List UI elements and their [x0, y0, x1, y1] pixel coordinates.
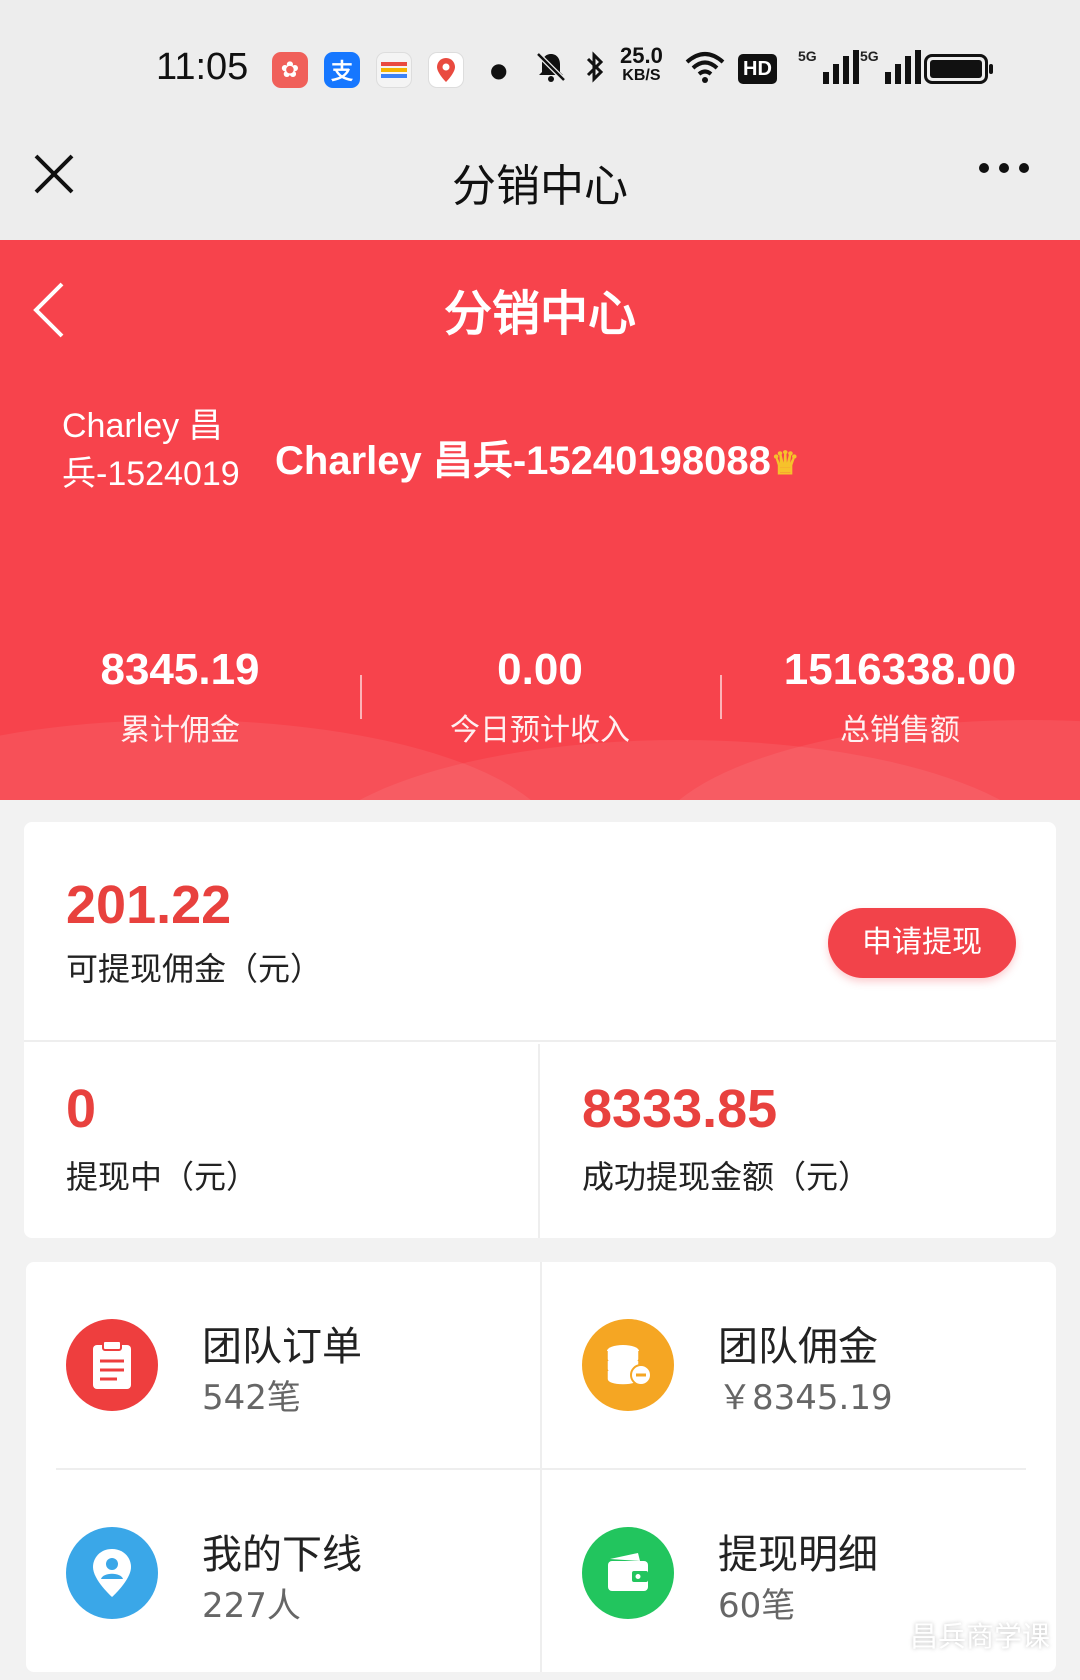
- menu-subtitle: 60笔: [718, 1586, 796, 1626]
- clipboard-icon: [66, 1319, 158, 1411]
- alipay-icon: 支: [324, 52, 360, 88]
- menu-title: 团队订单: [202, 1324, 362, 1370]
- watermark: 昌兵商学课: [865, 1615, 1050, 1655]
- signal-5g-icon-1: 5G: [798, 48, 859, 84]
- withdraw-pending-section: 0 提现中（元）: [24, 1044, 540, 1238]
- username-text: Charley 昌兵-15240198088: [275, 439, 771, 483]
- menu-subtitle: 227人: [202, 1586, 301, 1626]
- watermark-text: 昌兵商学课: [909, 1620, 1050, 1653]
- stats-row: 8345.19 累计佣金 0.00 今日预计收入 1516338.00 总销售额: [0, 645, 1080, 749]
- map-app-icon: [428, 52, 464, 88]
- stat-total-commission: 8345.19 累计佣金: [0, 645, 360, 749]
- stat-today-income: 0.00 今日预计收入: [360, 645, 720, 749]
- available-label: 可提现佣金（元）: [66, 950, 323, 988]
- more-icon[interactable]: [978, 148, 1030, 198]
- withdraw-success-section: 8333.85 成功提现金额（元）: [540, 1044, 1056, 1238]
- hd-voice-icon: HD: [738, 54, 777, 84]
- crown-icon: ♛: [770, 445, 800, 481]
- menu-grid: 团队订单 542笔 团队佣金 ￥8345.19 我的下线 227人 提现明细 6…: [26, 1262, 1056, 1672]
- stat-label: 累计佣金: [120, 713, 240, 748]
- status-bar: 11:05 ✿ 支 ● 25.0 KB/S HD 5G 5G: [0, 0, 1080, 130]
- menu-title: 我的下线: [202, 1532, 362, 1578]
- dot-icon: ●: [490, 58, 508, 82]
- withdraw-available-section: 201.22 可提现佣金（元） 申请提现: [24, 822, 1056, 1042]
- stat-value: 8345.19: [100, 645, 260, 694]
- success-label: 成功提现金额（元）: [582, 1158, 871, 1196]
- battery-icon: [924, 54, 993, 84]
- page-title: 分销中心: [443, 286, 636, 342]
- signal-5g-icon-2: 5G: [860, 48, 921, 84]
- stat-total-sales: 1516338.00 总销售额: [720, 645, 1080, 749]
- coins-icon: [582, 1319, 674, 1411]
- menu-subtitle: ￥8345.19: [718, 1378, 893, 1418]
- webview-title: 分销中心: [452, 161, 628, 212]
- menu-my-downline[interactable]: 我的下线 227人: [26, 1470, 526, 1670]
- webview-header: 分销中心: [0, 130, 1080, 240]
- pending-amount: 0: [66, 1079, 97, 1139]
- status-time: 11:05: [156, 46, 249, 88]
- wallet-icon: [582, 1527, 674, 1619]
- stat-label: 今日预计收入: [450, 713, 630, 748]
- withdraw-card: 201.22 可提现佣金（元） 申请提现 0 提现中（元） 8333.85 成功…: [24, 822, 1056, 1238]
- avatar[interactable]: Charley 昌兵-1524019: [62, 402, 242, 552]
- stat-label: 总销售额: [840, 713, 960, 748]
- distribution-hero: 分销中心 Charley 昌兵-1524019 Charley 昌兵-15240…: [0, 240, 1080, 800]
- menu-title: 提现明细: [718, 1532, 878, 1578]
- menu-team-commission[interactable]: 团队佣金 ￥8345.19: [542, 1262, 1042, 1462]
- wechat-icon: [865, 1618, 900, 1653]
- menu-subtitle: 542笔: [202, 1378, 301, 1418]
- user-pin-icon: [66, 1527, 158, 1619]
- wifi-icon: [684, 50, 726, 92]
- stat-value: 1516338.00: [783, 645, 1017, 694]
- stat-value: 0.00: [497, 645, 583, 694]
- mute-bell-icon: [534, 50, 568, 92]
- menu-team-orders[interactable]: 团队订单 542笔: [26, 1262, 526, 1462]
- success-amount: 8333.85: [582, 1079, 778, 1139]
- username: Charley 昌兵-15240198088♛: [275, 428, 800, 486]
- app-notification-icon: ✿: [272, 52, 308, 88]
- available-amount: 201.22: [66, 875, 232, 935]
- wallet-app-icon: [376, 52, 412, 88]
- network-speed: 25.0 KB/S: [620, 43, 663, 85]
- pending-label: 提现中（元）: [66, 1158, 259, 1196]
- bluetooth-icon: [584, 50, 606, 92]
- menu-title: 团队佣金: [718, 1324, 878, 1370]
- apply-withdraw-button[interactable]: 申请提现: [828, 908, 1016, 978]
